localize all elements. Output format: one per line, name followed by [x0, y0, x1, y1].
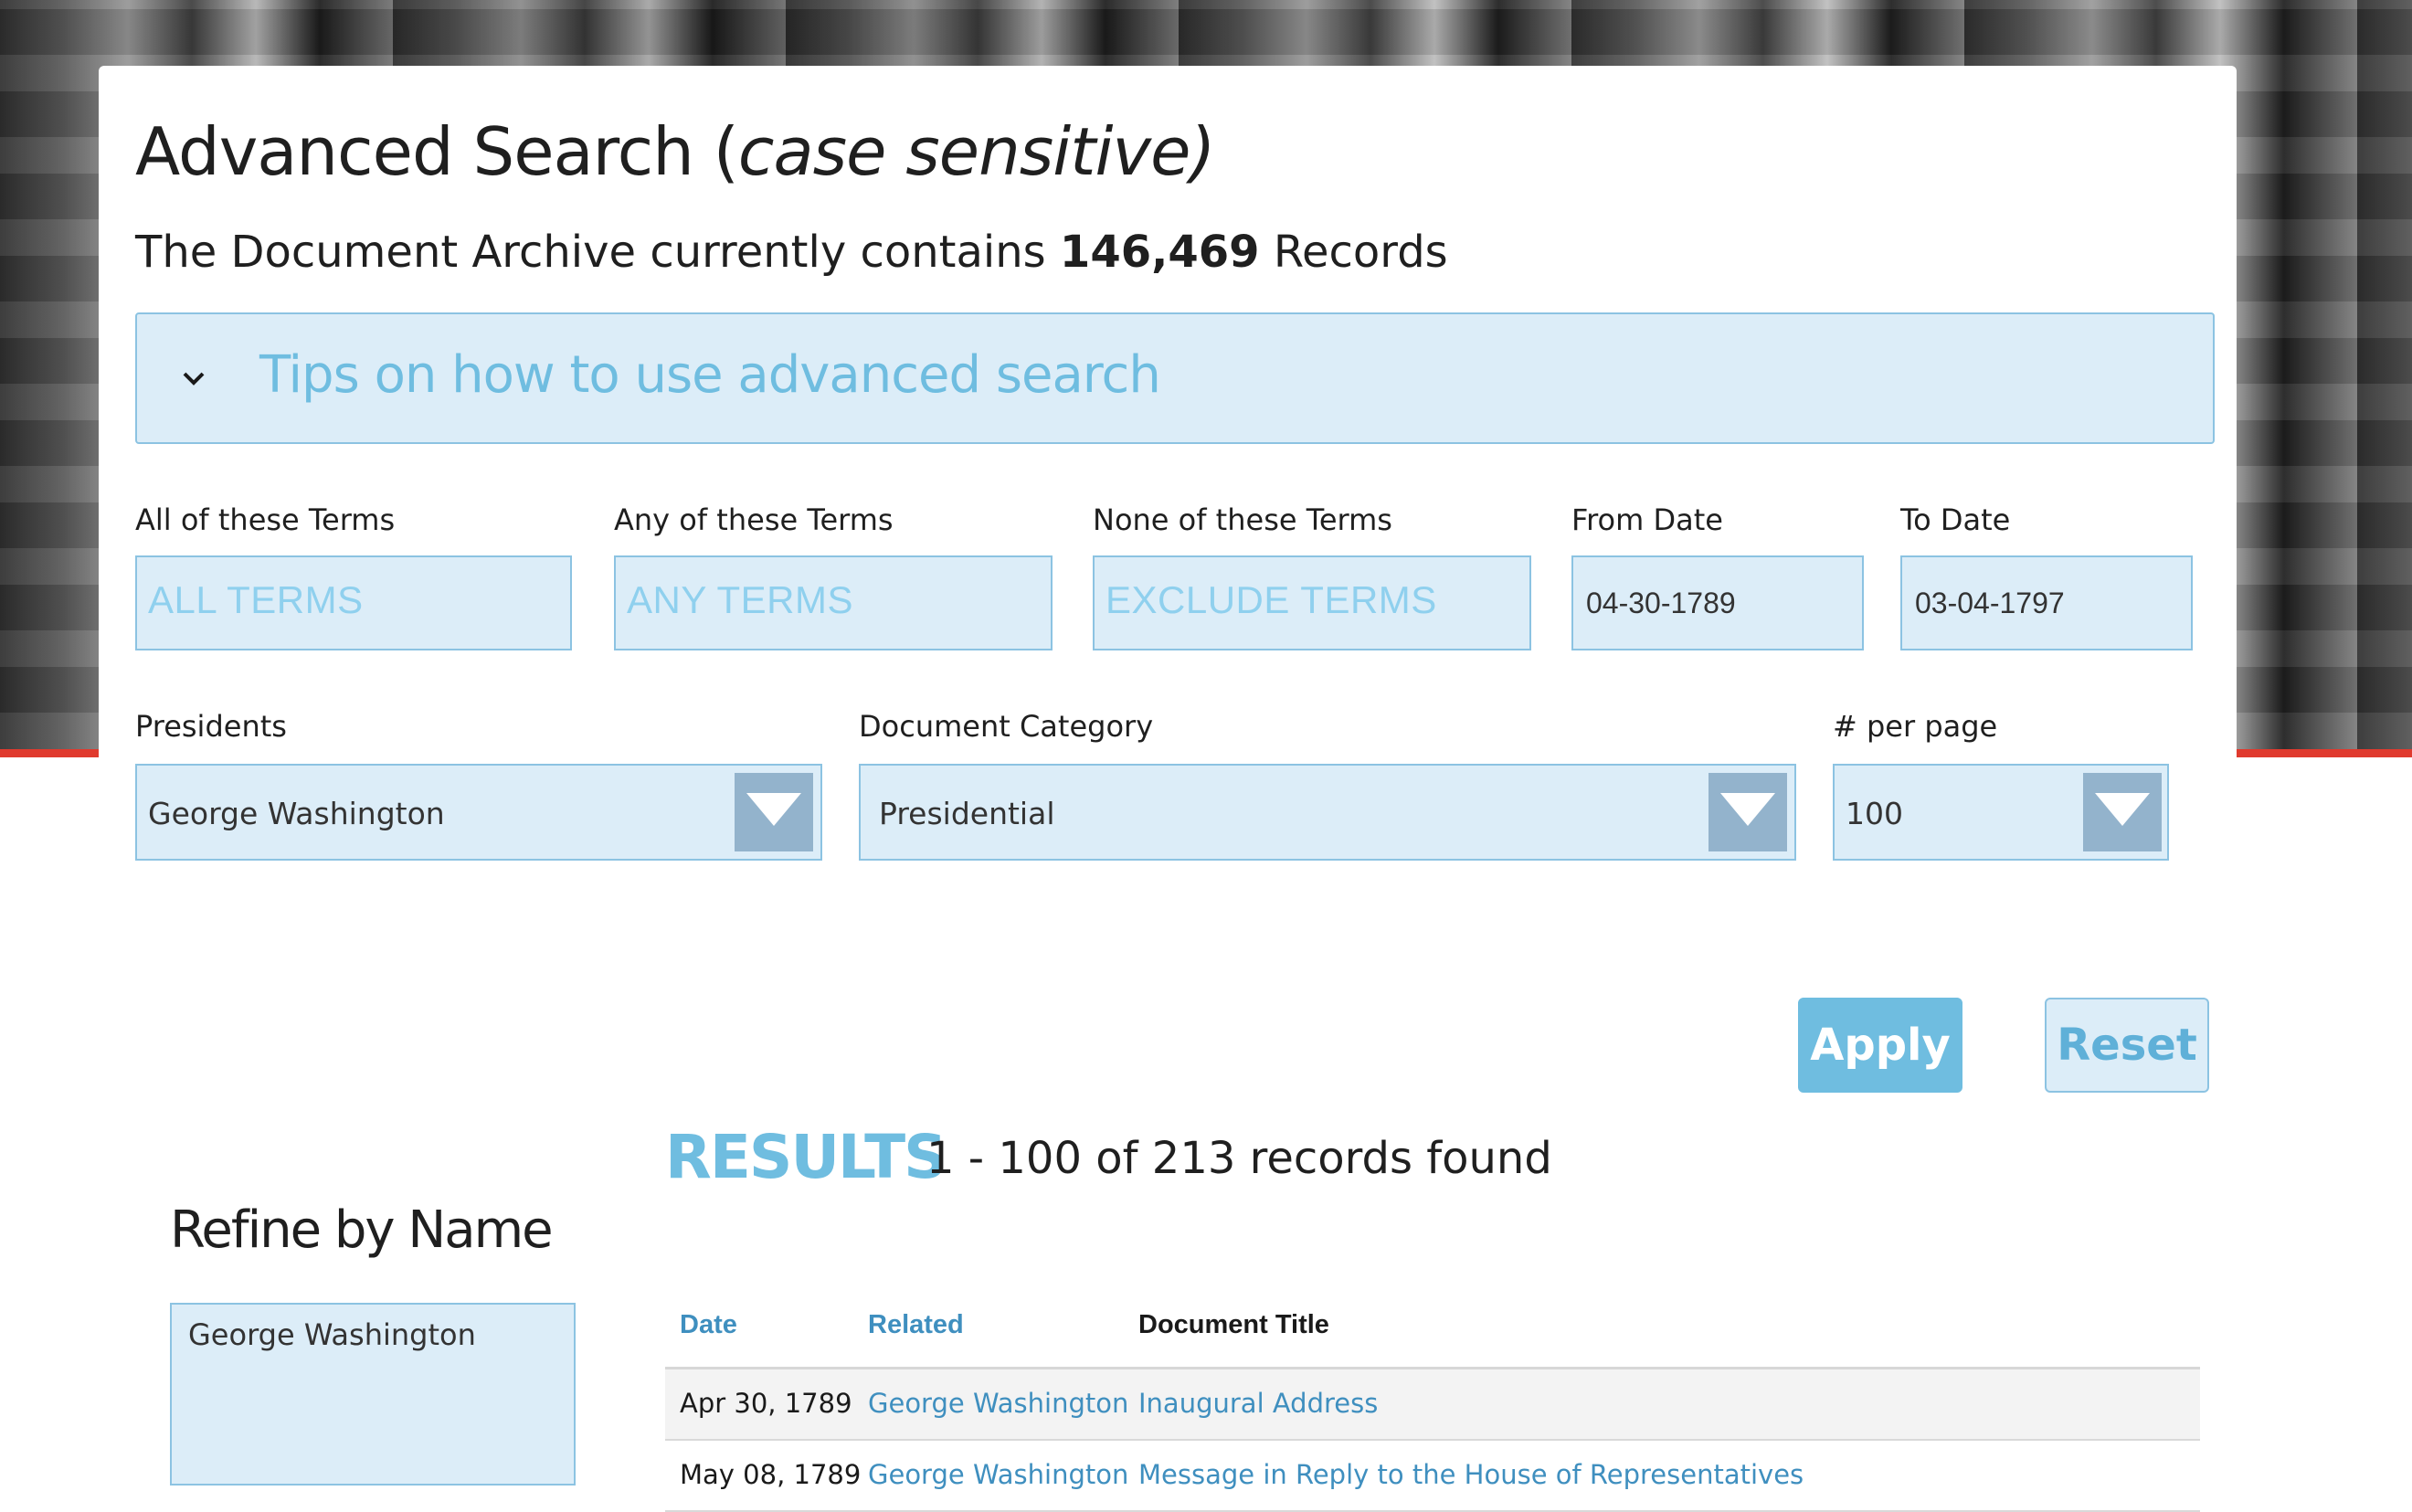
accent-line	[2237, 749, 2412, 757]
none-terms-label: None of these Terms	[1093, 502, 1392, 537]
presidents-selected: George Washington	[148, 796, 445, 831]
to-date-input[interactable]	[1900, 555, 2193, 650]
per-page-select[interactable]: 100	[1833, 764, 2169, 861]
results-table: Date Related Document Title Apr 30, 1789…	[665, 1294, 2200, 1512]
any-terms-input[interactable]	[614, 555, 1053, 650]
archive-count: 146,469	[1059, 227, 1260, 278]
dropdown-arrow-icon	[1708, 773, 1787, 851]
row-date: May 08, 1789	[680, 1459, 862, 1490]
reset-button[interactable]: Reset	[2045, 998, 2209, 1093]
category-select[interactable]: Presidential	[859, 764, 1796, 861]
row-title-link[interactable]: Message in Reply to the House of Represe…	[1138, 1459, 1804, 1490]
row-related-link[interactable]: George Washington	[868, 1459, 1128, 1490]
category-selected: Presidential	[879, 796, 1055, 831]
chevron-down-icon	[183, 372, 205, 386]
refine-name-list[interactable]: George Washington	[170, 1303, 576, 1486]
column-date[interactable]: Date	[680, 1310, 737, 1340]
accent-line	[0, 749, 99, 757]
category-label: Document Category	[859, 709, 1154, 744]
archive-suffix: Records	[1273, 227, 1448, 278]
results-heading: RESULTS	[665, 1122, 947, 1192]
all-terms-label: All of these Terms	[135, 502, 396, 537]
to-date-label: To Date	[1900, 502, 2011, 537]
column-related[interactable]: Related	[868, 1310, 964, 1340]
per-page-selected: 100	[1846, 796, 1903, 831]
table-header: Date Related Document Title	[665, 1294, 2200, 1369]
tips-accordion[interactable]: Tips on how to use advanced search	[135, 312, 2215, 444]
per-page-label: # per page	[1833, 709, 1998, 744]
archive-summary: The Document Archive currently contains …	[135, 227, 1448, 278]
table-row: May 08, 1789 George Washington Message i…	[665, 1441, 2200, 1512]
refine-name-option[interactable]: George Washington	[188, 1317, 476, 1352]
presidents-label: Presidents	[135, 709, 287, 744]
all-terms-input[interactable]	[135, 555, 572, 650]
advanced-search-panel: Advanced Search (case sensitive) The Doc…	[99, 66, 2237, 1512]
exclude-terms-input[interactable]	[1093, 555, 1531, 650]
row-date: Apr 30, 1789	[680, 1388, 852, 1419]
column-title: Document Title	[1138, 1310, 1329, 1339]
dropdown-arrow-icon	[735, 773, 813, 851]
table-row: Apr 30, 1789 George Washington Inaugural…	[665, 1369, 2200, 1441]
any-terms-label: Any of these Terms	[614, 502, 894, 537]
row-title-link[interactable]: Inaugural Address	[1138, 1388, 1378, 1419]
row-related-link[interactable]: George Washington	[868, 1388, 1128, 1419]
title-emphasis: case sensitive)	[737, 113, 1216, 190]
page-title: Advanced Search (case sensitive)	[135, 113, 1216, 190]
from-date-label: From Date	[1571, 502, 1723, 537]
archive-prefix: The Document Archive currently contains	[135, 227, 1046, 278]
dropdown-arrow-icon	[2083, 773, 2162, 851]
apply-button[interactable]: Apply	[1798, 998, 1962, 1093]
title-text: Advanced Search (	[135, 113, 739, 190]
tips-label: Tips on how to use advanced search	[259, 345, 1161, 405]
from-date-input[interactable]	[1571, 555, 1864, 650]
results-count: 1 - 100 of 213 records found	[926, 1133, 1552, 1184]
presidents-select[interactable]: George Washington	[135, 764, 822, 861]
refine-by-name-heading: Refine by Name	[170, 1200, 554, 1260]
